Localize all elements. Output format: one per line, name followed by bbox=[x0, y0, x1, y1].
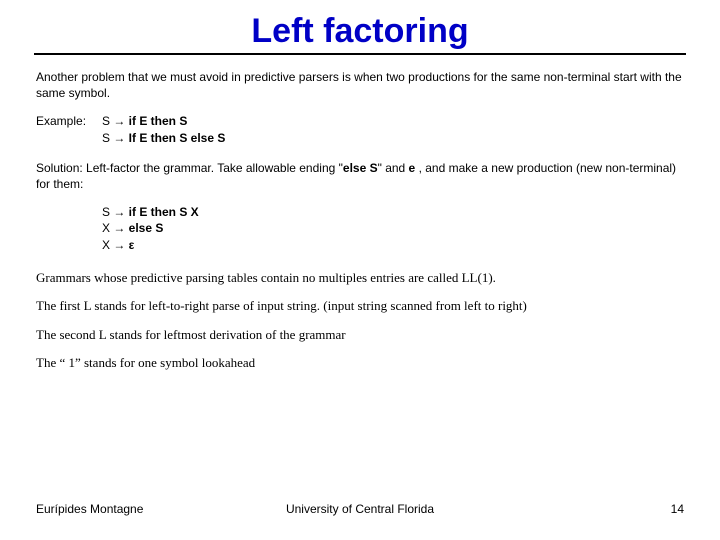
ll1-note-2: The first L stands for left-to-right par… bbox=[36, 297, 684, 315]
ll1-note-4: The “ 1” stands for one symbol lookahead bbox=[36, 354, 684, 372]
ll1-note-1: Grammars whose predictive parsing tables… bbox=[36, 269, 684, 287]
ex2-pre: S → bbox=[102, 131, 129, 145]
slide-title: Left factoring bbox=[36, 12, 684, 51]
ex2-bold: If E then S else S bbox=[129, 131, 226, 145]
footer-affiliation: University of Central Florida bbox=[36, 502, 684, 516]
sol-c: " and bbox=[378, 161, 409, 175]
prod2-line-1: S → if E then S X bbox=[102, 204, 684, 220]
example-productions: S → if E then S S → If E then S else S bbox=[102, 113, 225, 145]
ex1-pre: S → bbox=[102, 114, 129, 128]
factored-productions: S → if E then S X X → else S X → ε bbox=[102, 204, 684, 253]
prod2-line-2: X → else S bbox=[102, 220, 684, 236]
p2l1-bold: if E then S X bbox=[129, 205, 199, 219]
prod2-line-3: X → ε bbox=[102, 237, 684, 253]
sol-a: Solution: Left-factor the grammar. Take … bbox=[36, 161, 343, 175]
example-line-1: S → if E then S bbox=[102, 113, 225, 129]
ll1-notes: Grammars whose predictive parsing tables… bbox=[36, 269, 684, 372]
slide-footer: Eurípides Montagne University of Central… bbox=[36, 502, 684, 516]
p2l2-bold: else S bbox=[129, 221, 164, 235]
solution-paragraph: Solution: Left-factor the grammar. Take … bbox=[36, 160, 684, 192]
slide-body: Another problem that we must avoid in pr… bbox=[36, 69, 684, 372]
example-label: Example: bbox=[36, 113, 96, 145]
example-line-2: S → If E then S else S bbox=[102, 130, 225, 146]
p2l1-pre: S → bbox=[102, 205, 129, 219]
title-rule bbox=[34, 53, 686, 55]
example-block: Example: S → if E then S S → If E then S… bbox=[36, 113, 684, 145]
p2l2-pre: X → bbox=[102, 221, 129, 235]
ex1-bold: if E then S bbox=[129, 114, 188, 128]
intro-paragraph: Another problem that we must avoid in pr… bbox=[36, 69, 684, 101]
p2l3-bold: ε bbox=[129, 238, 135, 252]
sol-b: else S bbox=[343, 161, 378, 175]
ll1-note-3: The second L stands for leftmost derivat… bbox=[36, 326, 684, 344]
p2l3-pre: X → bbox=[102, 238, 129, 252]
